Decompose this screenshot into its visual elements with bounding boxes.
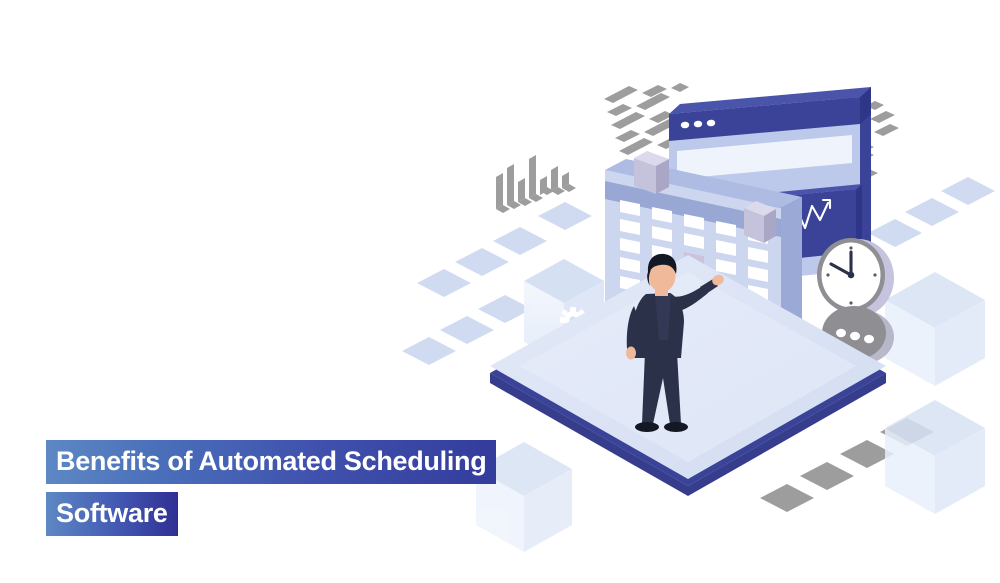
cube-right-upper bbox=[885, 272, 985, 386]
page-title: Benefits of Automated Scheduling Softwar… bbox=[46, 440, 516, 536]
page-canvas: Benefits of Automated Scheduling Softwar… bbox=[0, 0, 1000, 583]
cube-right-lower bbox=[885, 400, 985, 514]
hook-left bbox=[634, 151, 669, 194]
page-title-line-2: Software bbox=[46, 492, 178, 536]
page-title-line-1: Benefits of Automated Scheduling bbox=[46, 440, 497, 484]
analog-clock bbox=[817, 238, 894, 317]
hook-right bbox=[744, 201, 776, 243]
